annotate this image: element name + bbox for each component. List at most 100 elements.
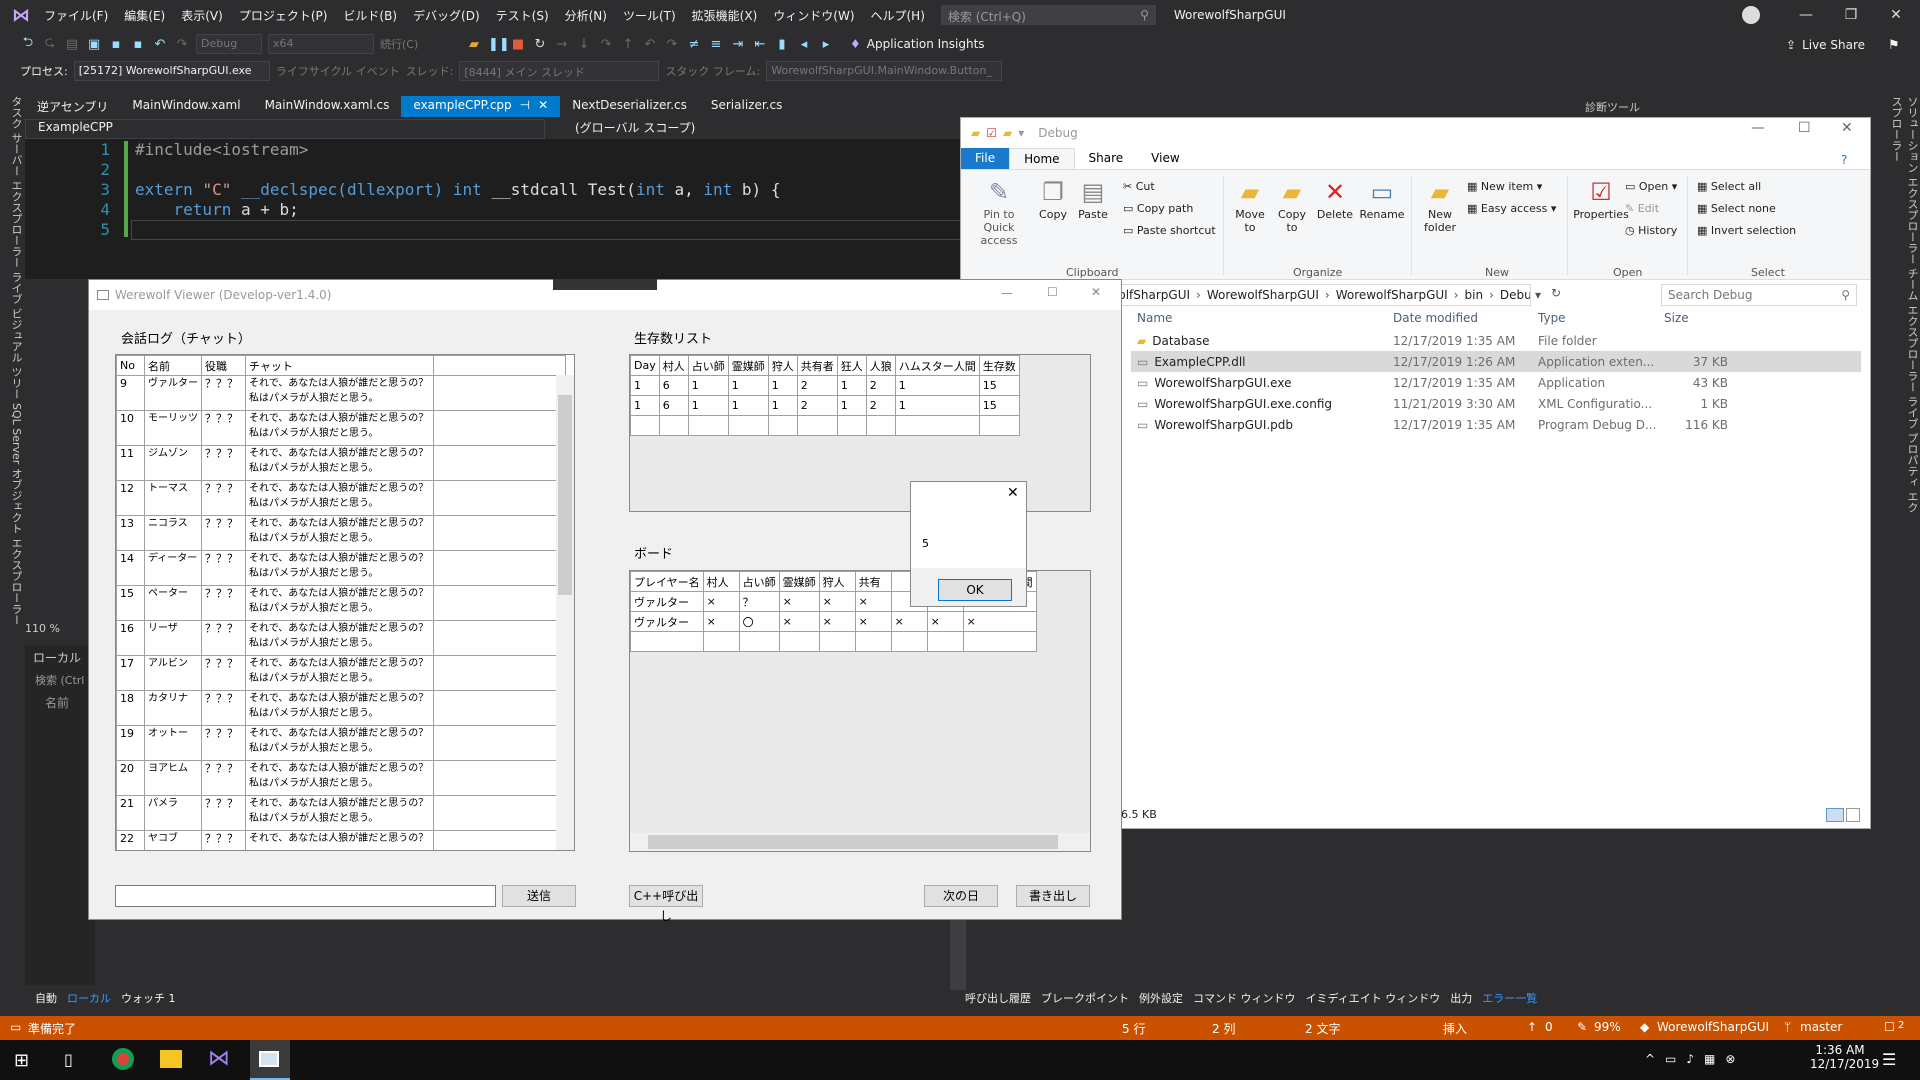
breadcrumb-item[interactable]: bin — [1465, 288, 1484, 302]
thread-combo[interactable]: [8444] メイン スレッド — [459, 61, 660, 81]
pin-icon[interactable]: ⊣ — [520, 98, 530, 112]
menu-item[interactable]: ヘルプ(H) — [863, 7, 933, 24]
board-col-header[interactable]: 狩人 — [818, 571, 856, 592]
board-row[interactable]: ヴァルター × 〇 × × × × × × — [630, 611, 1037, 632]
msgbox-close-icon[interactable]: ✕ — [1007, 485, 1019, 501]
cut-button[interactable]: ✂ Cut — [1123, 180, 1155, 193]
step-over-icon[interactable]: ↷ — [598, 37, 614, 52]
rename-button[interactable]: ▭ Rename — [1359, 176, 1405, 221]
document-tab[interactable]: 逆アセンブリ — [25, 96, 120, 117]
live-share-button[interactable]: ⇪ Live Share — [1786, 38, 1865, 52]
clock[interactable]: 1:36 AM 12/17/2019 — [1810, 1043, 1879, 1071]
board-empty-row[interactable] — [630, 631, 1037, 652]
survivor-empty-row[interactable] — [630, 415, 1020, 436]
tool-window-tab[interactable]: 呼び出し履歴 — [965, 990, 1031, 1010]
menu-item[interactable]: 編集(E) — [116, 7, 173, 24]
pin-quick-access-button[interactable]: ✎ Pin to Quick access — [967, 176, 1031, 247]
survivor-row[interactable]: 1 6 1 1 1 2 1 2 1 15 — [630, 395, 1020, 416]
cpp-call-button[interactable]: C++呼び出し — [629, 885, 703, 923]
qa-dropdown-icon[interactable]: ▾ — [1018, 126, 1024, 140]
status-branch[interactable]: master — [1800, 1020, 1842, 1034]
tab-close-icon[interactable]: ✕ — [538, 98, 548, 112]
open-icon[interactable]: ▣ — [86, 37, 102, 52]
save-icon[interactable]: ▪ — [108, 37, 124, 52]
step-into-icon[interactable]: ↓ — [576, 37, 592, 52]
config-combo[interactable]: Debug — [196, 34, 262, 54]
chat-row[interactable]: 13 ニコラス？？？ それで、あなたは人狼が誰だと思うの？ 私はパメラが人狼だと思う。 — [116, 515, 566, 551]
survivor-col-header[interactable]: 生存数 — [978, 355, 1020, 376]
column-size[interactable]: Size — [1658, 311, 1728, 325]
document-tab[interactable]: Serializer.cs — [699, 96, 794, 117]
new-folder-button[interactable]: ▰ New folder — [1419, 176, 1461, 234]
continue-button[interactable]: 続行(C) — [380, 36, 460, 52]
column-type[interactable]: Type — [1538, 311, 1658, 325]
explorer-close-icon[interactable]: ✕ — [1841, 120, 1853, 136]
debug-window-tab[interactable]: 自動 — [35, 990, 57, 1010]
ribbon-tab[interactable]: Home — [1009, 148, 1075, 169]
debug-window-tab[interactable]: ウォッチ 1 — [121, 990, 176, 1010]
board-col-header[interactable]: プレイヤー名 — [630, 571, 704, 592]
tray-icons[interactable]: ^▭♪▦⊗ — [1645, 1052, 1745, 1066]
undo2-icon[interactable]: ↶ — [642, 37, 658, 52]
chat-col-chat[interactable]: チャット — [245, 355, 434, 376]
pause-icon[interactable]: ❚❚ — [488, 37, 510, 52]
chat-row[interactable]: 16 リーザ？？？ それで、あなたは人狼が誰だと思うの？ 私はパメラが人狼だと思う。 — [116, 620, 566, 656]
chat-row[interactable]: 17 アルビン？？？ それで、あなたは人狼が誰だと思うの？ 私はパメラが人狼だと思う。 — [116, 655, 566, 691]
new-project-icon[interactable]: ▤ — [64, 37, 80, 52]
delete-button[interactable]: ✕ Delete — [1315, 176, 1355, 221]
menu-item[interactable]: テスト(S) — [488, 7, 557, 24]
attach-icon[interactable]: ▰ — [466, 37, 482, 52]
menu-item[interactable]: プロジェクト(P) — [231, 7, 336, 24]
project-combo[interactable]: ExampleCPP — [25, 119, 545, 139]
account-avatar[interactable] — [1742, 6, 1760, 24]
copy-to-button[interactable]: ▰ Copy to — [1273, 176, 1311, 234]
explorer-minimize-icon[interactable]: — — [1751, 120, 1765, 136]
ribbon-tab[interactable]: View — [1137, 148, 1193, 169]
indent-icon[interactable]: ⇥ — [730, 37, 746, 52]
survivor-col-header[interactable]: Day — [630, 355, 660, 376]
address-dropdown-icon[interactable]: ▾ — [1535, 288, 1541, 302]
properties-qa-icon[interactable]: ☑ — [986, 126, 997, 140]
edit-button[interactable]: ✎ Edit — [1625, 202, 1659, 215]
breadcrumb-item[interactable]: Debug — [1500, 288, 1530, 302]
chevron-right-icon[interactable]: › — [1325, 288, 1330, 302]
breadcrumb-item[interactable]: WorewolfSharpGUI — [1207, 288, 1319, 302]
forward-icon[interactable]: ⮎ — [42, 33, 58, 55]
file-explorer-icon[interactable] — [160, 1050, 182, 1068]
board-col-header[interactable]: 共有 — [854, 571, 892, 592]
minimize-icon[interactable]: — — [1783, 0, 1829, 30]
wv-close-icon[interactable]: ✕ — [1091, 285, 1101, 299]
process-combo[interactable]: [25172] WorewolfSharpGUI.exe — [73, 61, 270, 81]
locals-search[interactable]: 検索 (Ctrl — [25, 670, 95, 690]
survivor-row[interactable]: 1 6 1 1 1 2 1 2 1 15 — [630, 375, 1020, 396]
wv-maximize-icon[interactable]: ☐ — [1047, 285, 1058, 299]
explorer-search-box[interactable]: Search Debug ⚲ — [1661, 284, 1857, 306]
document-tab[interactable]: exampleCPP.cpp ⊣ ✕ — [401, 96, 561, 117]
restore-icon[interactable]: ❐ — [1828, 0, 1874, 30]
select-all-button[interactable]: ▦ Select all — [1697, 180, 1761, 193]
chat-row[interactable]: 18 カタリナ？？？ それで、あなたは人狼が誰だと思うの？ 私はパメラが人狼だと思う。 — [116, 690, 566, 726]
step-out-icon[interactable]: ↑ — [620, 37, 636, 52]
ribbon-tab[interactable]: Share — [1075, 148, 1138, 169]
chrome-icon[interactable] — [112, 1048, 134, 1070]
right-tool-strip[interactable]: ソリューション エクスプローラー チーム エクスプローラー ライブ プロパティ … — [1890, 96, 1920, 516]
debug-toolbar-overlay[interactable] — [553, 279, 657, 290]
menu-item[interactable]: ウィンドウ(W) — [765, 7, 862, 24]
ribbon-tab[interactable]: File — [961, 148, 1010, 169]
save-all-icon[interactable]: ▪ — [130, 37, 146, 52]
board-hscrollbar[interactable] — [630, 833, 1090, 851]
chevron-right-icon[interactable]: › — [1489, 288, 1494, 302]
windows-start-icon[interactable]: ⊞ — [14, 1050, 29, 1071]
vs-search-box[interactable]: 検索 (Ctrl+Q) ⚲ — [940, 5, 1156, 25]
code-editor[interactable]: 1 2 3 4 5 #include<iostream> extern "C" … — [25, 139, 981, 279]
document-tab[interactable]: MainWindow.xaml — [120, 96, 252, 117]
survivor-col-header[interactable]: 狂人 — [836, 355, 867, 376]
board-col-header[interactable]: 占い師 — [738, 571, 780, 592]
details-view-icon[interactable] — [1826, 808, 1844, 822]
explorer-maximize-icon[interactable]: ☐ — [1798, 120, 1811, 136]
status-pct[interactable]: 99% — [1594, 1020, 1621, 1034]
refresh-icon[interactable]: ↻ — [1551, 286, 1561, 300]
bookmark-icon[interactable]: ▮ — [774, 37, 790, 52]
chat-col-role[interactable]: 役職 — [201, 355, 246, 376]
menu-item[interactable]: 分析(N) — [557, 7, 615, 24]
